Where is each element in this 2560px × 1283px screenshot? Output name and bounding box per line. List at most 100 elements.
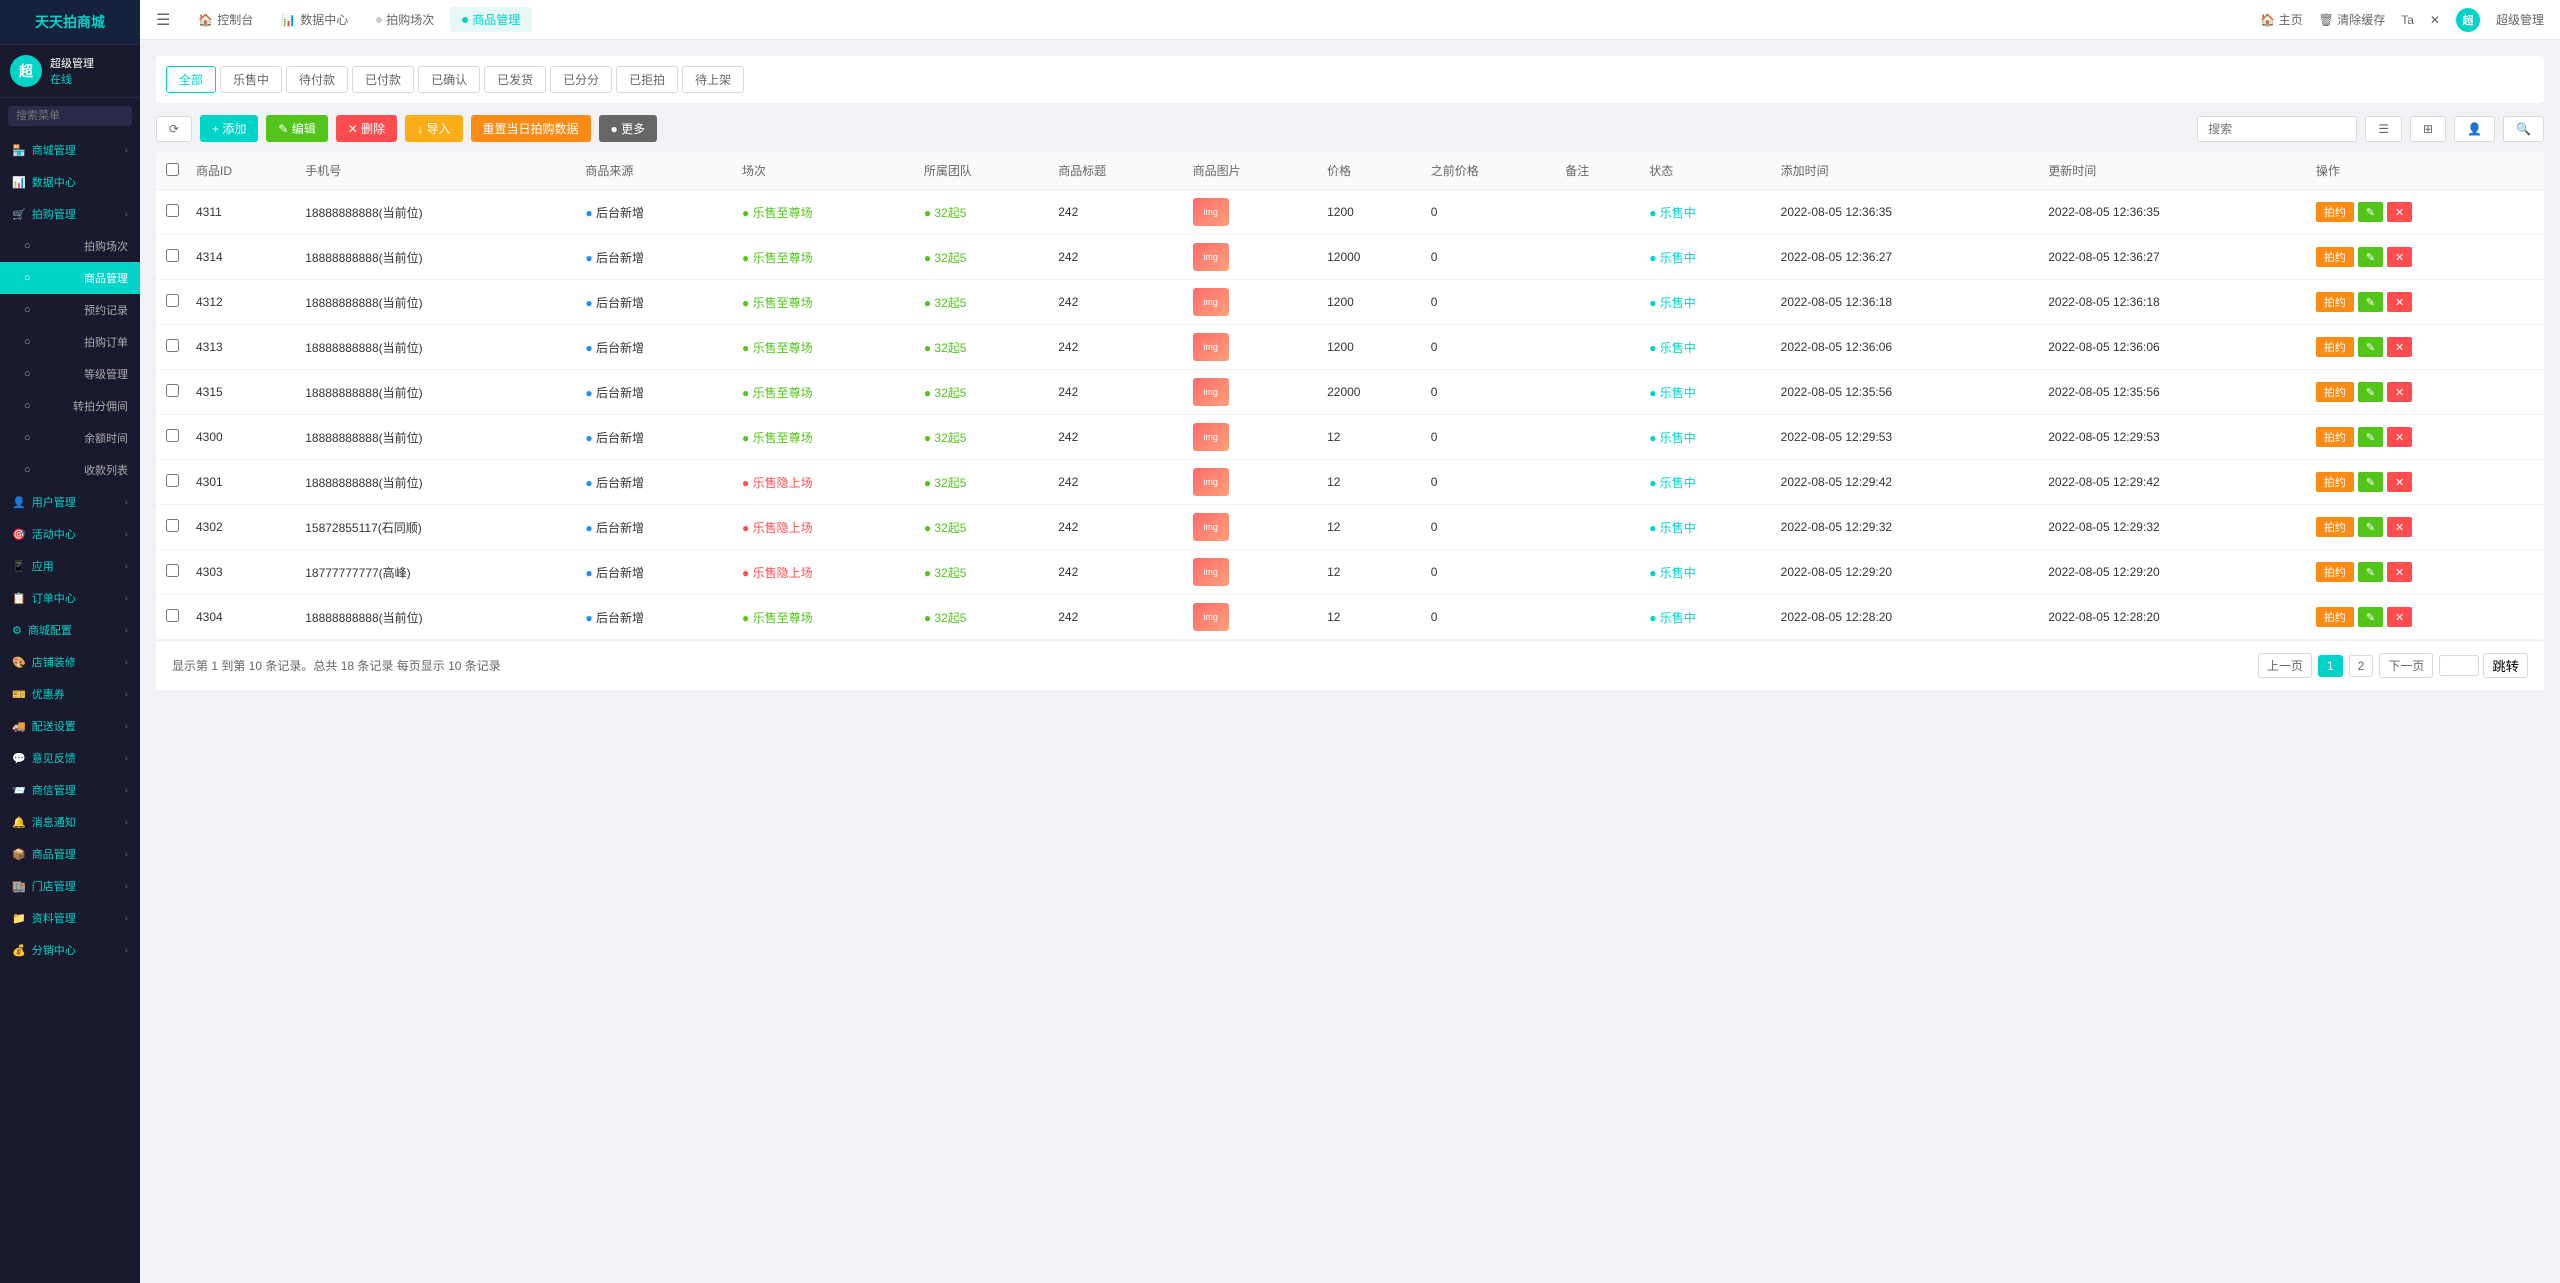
col-toggle-button[interactable]: ☰ bbox=[2365, 116, 2402, 142]
pinyue-button[interactable]: 拍约 bbox=[2316, 382, 2354, 402]
delete-button[interactable]: ✕ 删除 bbox=[336, 115, 397, 142]
del-button[interactable]: ✕ bbox=[2387, 247, 2412, 267]
sidebar-item-拍购订单[interactable]: ○ 拍购订单 bbox=[0, 326, 140, 358]
sidebar-item-数据中心[interactable]: 📊数据中心 bbox=[0, 166, 140, 198]
pencil-button[interactable]: ✎ bbox=[2358, 562, 2383, 582]
pinyue-button[interactable]: 拍约 bbox=[2316, 562, 2354, 582]
topnav-tab-控制台[interactable]: 🏠 控制台 bbox=[186, 7, 265, 32]
row-checkbox[interactable] bbox=[166, 519, 179, 532]
home-link[interactable]: 🏠 主页 bbox=[2260, 11, 2302, 28]
sidebar-item-用户管理[interactable]: 👤用户管理› bbox=[0, 486, 140, 518]
sidebar-item-拍购管理[interactable]: 🛒拍购管理› bbox=[0, 198, 140, 230]
pencil-button[interactable]: ✎ bbox=[2358, 247, 2383, 267]
filter-tab-已分分[interactable]: 已分分 bbox=[550, 66, 612, 93]
row-checkbox[interactable] bbox=[166, 429, 179, 442]
pinyue-button[interactable]: 拍约 bbox=[2316, 202, 2354, 222]
sidebar-item-商城配置[interactable]: ⚙商城配置› bbox=[0, 614, 140, 646]
sidebar-item-活动中心[interactable]: 🎯活动中心› bbox=[0, 518, 140, 550]
sidebar-item-等级管理[interactable]: ○ 等级管理 bbox=[0, 358, 140, 390]
filter-tab-已拒拍[interactable]: 已拒拍 bbox=[616, 66, 678, 93]
pencil-button[interactable]: ✎ bbox=[2358, 517, 2383, 537]
pencil-button[interactable]: ✎ bbox=[2358, 472, 2383, 492]
pinyue-button[interactable]: 拍约 bbox=[2316, 292, 2354, 312]
page-2-button[interactable]: 2 bbox=[2349, 655, 2374, 677]
row-checkbox[interactable] bbox=[166, 609, 179, 622]
pinyue-button[interactable]: 拍约 bbox=[2316, 337, 2354, 357]
filter-tab-已确认[interactable]: 已确认 bbox=[418, 66, 480, 93]
sidebar-item-商信管理[interactable]: 📨商信管理› bbox=[0, 774, 140, 806]
sidebar-item-商城管理[interactable]: 🏪商城管理› bbox=[0, 134, 140, 166]
pinyue-button[interactable]: 拍约 bbox=[2316, 247, 2354, 267]
row-checkbox[interactable] bbox=[166, 474, 179, 487]
more-button[interactable]: ● 更多 bbox=[599, 115, 658, 142]
row-checkbox[interactable] bbox=[166, 249, 179, 262]
sidebar-item-应用[interactable]: 📱应用› bbox=[0, 550, 140, 582]
sidebar-item-拍购场次[interactable]: ○ 拍购场次 bbox=[0, 230, 140, 262]
filter-tab-已付款[interactable]: 已付款 bbox=[352, 66, 414, 93]
sidebar-item-商品管理[interactable]: 📦商品管理› bbox=[0, 838, 140, 870]
del-button[interactable]: ✕ bbox=[2387, 607, 2412, 627]
row-checkbox[interactable] bbox=[166, 564, 179, 577]
pencil-button[interactable]: ✎ bbox=[2358, 427, 2383, 447]
pinyue-button[interactable]: 拍约 bbox=[2316, 517, 2354, 537]
sidebar-item-门店管理[interactable]: 🏬门店管理› bbox=[0, 870, 140, 902]
del-button[interactable]: ✕ bbox=[2387, 202, 2412, 222]
hamburger-icon[interactable]: ☰ bbox=[156, 10, 170, 30]
filter-tab-待上架[interactable]: 待上架 bbox=[682, 66, 744, 93]
pinyue-button[interactable]: 拍约 bbox=[2316, 427, 2354, 447]
edit-button[interactable]: ✎ 编辑 bbox=[266, 115, 327, 142]
ta-link[interactable]: Ta bbox=[2401, 13, 2414, 27]
row-checkbox[interactable] bbox=[166, 294, 179, 307]
sidebar-item-配送设置[interactable]: 🚚配送设置› bbox=[0, 710, 140, 742]
sidebar-item-消息通知[interactable]: 🔔消息通知› bbox=[0, 806, 140, 838]
pinyue-button[interactable]: 拍约 bbox=[2316, 607, 2354, 627]
search-button[interactable]: 🔍 bbox=[2503, 116, 2544, 142]
page-jump-input[interactable] bbox=[2439, 655, 2479, 676]
topnav-tab-数据中心[interactable]: 📊 数据中心 bbox=[269, 7, 360, 32]
filter-tab-待付款[interactable]: 待付款 bbox=[286, 66, 348, 93]
pencil-button[interactable]: ✎ bbox=[2358, 337, 2383, 357]
del-button[interactable]: ✕ bbox=[2387, 292, 2412, 312]
filter-tab-全部[interactable]: 全部 bbox=[166, 66, 216, 93]
grid-button[interactable]: ⊞ bbox=[2410, 116, 2446, 142]
refresh-button[interactable]: ⟳ bbox=[156, 116, 192, 142]
pencil-button[interactable]: ✎ bbox=[2358, 382, 2383, 402]
jump-button[interactable]: 跳转 bbox=[2483, 653, 2528, 678]
sidebar-item-资料管理[interactable]: 📁资料管理› bbox=[0, 902, 140, 934]
sidebar-item-商品管理[interactable]: ○ 商品管理 bbox=[0, 262, 140, 294]
row-checkbox[interactable] bbox=[166, 384, 179, 397]
del-button[interactable]: ✕ bbox=[2387, 562, 2412, 582]
sidebar-item-预约记录[interactable]: ○ 预约记录 bbox=[0, 294, 140, 326]
sidebar-item-收款列表[interactable]: ○ 收款列表 bbox=[0, 454, 140, 486]
del-button[interactable]: ✕ bbox=[2387, 382, 2412, 402]
sidebar-item-意见反馈[interactable]: 💬意见反馈› bbox=[0, 742, 140, 774]
sidebar-item-分销中心[interactable]: 💰分销中心› bbox=[0, 934, 140, 966]
close-icon[interactable]: ✕ bbox=[2430, 13, 2440, 27]
sidebar-item-转拍分佣间[interactable]: ○ 转拍分佣间 bbox=[0, 390, 140, 422]
pencil-button[interactable]: ✎ bbox=[2358, 292, 2383, 312]
clear-cache-link[interactable]: 🗑 清除缓存 bbox=[2319, 11, 2386, 28]
pencil-button[interactable]: ✎ bbox=[2358, 607, 2383, 627]
import-button[interactable]: ↓ 导入 bbox=[405, 115, 462, 142]
del-button[interactable]: ✕ bbox=[2387, 517, 2412, 537]
row-checkbox[interactable] bbox=[166, 339, 179, 352]
sidebar-item-店铺装修[interactable]: 🎨店铺装修› bbox=[0, 646, 140, 678]
row-checkbox[interactable] bbox=[166, 204, 179, 217]
sidebar-item-余额时间[interactable]: ○ 余额时间 bbox=[0, 422, 140, 454]
del-button[interactable]: ✕ bbox=[2387, 427, 2412, 447]
filter-tab-乐售中[interactable]: 乐售中 bbox=[220, 66, 282, 93]
pencil-button[interactable]: ✎ bbox=[2358, 202, 2383, 222]
search-input[interactable] bbox=[2197, 116, 2357, 142]
topnav-tab-商品管理[interactable]: 商品管理 bbox=[450, 7, 532, 32]
select-all-checkbox[interactable] bbox=[166, 163, 179, 176]
topnav-tab-拍购场次[interactable]: 拍购场次 bbox=[364, 7, 446, 32]
filter-tab-已发货[interactable]: 已发货 bbox=[484, 66, 546, 93]
sidebar-item-优惠券[interactable]: 🎫优惠券› bbox=[0, 678, 140, 710]
today-data-button[interactable]: 重置当日拍购数据 bbox=[471, 115, 591, 142]
user-col-button[interactable]: 👤 bbox=[2454, 116, 2495, 142]
pinyue-button[interactable]: 拍约 bbox=[2316, 472, 2354, 492]
sidebar-item-订单中心[interactable]: 📋订单中心› bbox=[0, 582, 140, 614]
del-button[interactable]: ✕ bbox=[2387, 337, 2412, 357]
add-button[interactable]: + 添加 bbox=[200, 115, 258, 142]
sidebar-search-input[interactable] bbox=[8, 106, 132, 126]
